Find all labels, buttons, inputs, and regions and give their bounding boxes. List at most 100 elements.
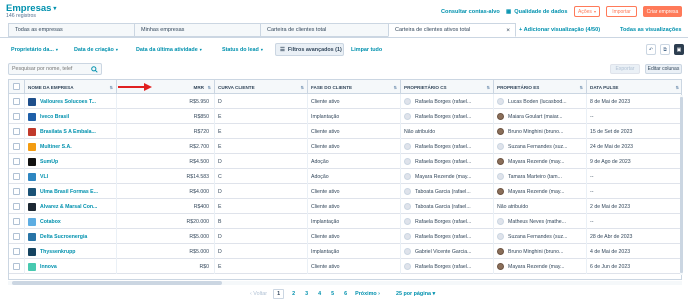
column-header-pulse-date[interactable]: DATA PULSE ⇅ [587, 80, 681, 94]
table-row[interactable]: Multiner S.A. R$2.700 E Cliente ativo Rafael… [9, 139, 681, 154]
pulse-date-cell: -- [587, 169, 681, 184]
column-header-name[interactable]: NOME DA EMPRESA ⇅ [25, 80, 117, 94]
row-checkbox[interactable] [13, 173, 20, 180]
owner-es-text: Mayara Rezende (may... [508, 263, 565, 270]
company-name-cell[interactable]: Multiner S.A. [25, 139, 117, 154]
column-header-owner-cs[interactable]: PROPRIETÁRIO CS ⇅ [401, 80, 494, 94]
clear-all-link[interactable]: Limpar tudo [351, 47, 382, 53]
company-name-cell[interactable]: Valloures Solucoes T... [25, 94, 117, 109]
row-checkbox[interactable] [13, 233, 20, 240]
row-checkbox[interactable] [13, 218, 20, 225]
sort-icon[interactable]: ⇅ [394, 85, 397, 90]
company-name-cell[interactable]: VLI [25, 169, 117, 184]
pulse-date-text: -- [590, 188, 594, 195]
horizontal-scrollbar[interactable] [8, 281, 682, 285]
page-button[interactable]: 1 [273, 288, 285, 299]
data-quality-link[interactable]: ▦ Qualidade de dados [506, 9, 567, 15]
company-name-cell[interactable]: Innova [25, 259, 117, 274]
page-button[interactable]: 5 [329, 291, 336, 297]
advanced-filters-button[interactable]: ☰ Filtros avançados (1) [275, 43, 344, 56]
sort-icon[interactable]: ⇅ [676, 85, 679, 90]
row-checkbox[interactable] [13, 98, 20, 105]
select-all-cell [9, 80, 25, 94]
company-name-cell[interactable]: SumUp [25, 154, 117, 169]
table-row[interactable]: Alvarez & Marsal Con... R$400 E Cliente ati… [9, 199, 681, 214]
table-row[interactable]: Delta Sucroenergia R$5.000 D Cliente ativo R… [9, 229, 681, 244]
row-checkbox[interactable] [13, 263, 20, 270]
consult-credits-link[interactable]: Consultar contas-alvo [441, 9, 500, 15]
scrollbar-thumb[interactable] [12, 281, 222, 285]
table-row[interactable]: VLI R$14.583 C Adoção Mayara Rezende (may...… [9, 169, 681, 184]
prev-page-button[interactable]: ‹ Voltar [250, 291, 267, 297]
row-checkbox[interactable] [13, 203, 20, 210]
next-page-button[interactable]: Próximo › [355, 291, 380, 297]
filter-owner[interactable]: Proprietário da... ▾ [11, 47, 58, 53]
table-row[interactable]: Cotabox R$20.000 B Implantação Rafaela Borge… [9, 214, 681, 229]
per-page-dropdown[interactable]: 25 por página ▾ [396, 291, 435, 297]
row-checkbox[interactable] [13, 158, 20, 165]
company-name-cell[interactable]: Cotabox [25, 214, 117, 229]
row-checkbox[interactable] [13, 143, 20, 150]
row-select-cell [9, 109, 25, 124]
sort-icon[interactable]: ⇅ [487, 85, 490, 90]
filter-lead-status[interactable]: Status do lead ▾ [222, 47, 263, 53]
column-header-owner-es[interactable]: PROPRIETÁRIO ES ⇅ [494, 80, 587, 94]
view-tab-my-companies[interactable]: Minhas empresas [134, 23, 261, 37]
sort-icon[interactable]: ⇅ [580, 85, 583, 90]
select-all-checkbox[interactable] [13, 83, 20, 90]
mrr-cell: R$850 [117, 109, 215, 124]
row-checkbox[interactable] [13, 128, 20, 135]
row-checkbox[interactable] [13, 248, 20, 255]
add-view-link[interactable]: + Adicionar visualização (4/50) [519, 27, 600, 33]
table-row[interactable]: Ulma Brasil Formas E... R$4.000 D Cliente a… [9, 184, 681, 199]
edit-columns-button[interactable]: Editar colunas [645, 64, 682, 74]
view-tab-all-companies[interactable]: Todas as empresas [8, 23, 135, 37]
row-checkbox[interactable] [13, 113, 20, 120]
column-header-curva[interactable]: CURVA CLIENTE ⇅ [215, 80, 308, 94]
company-name-cell[interactable]: Thyssenkrupp [25, 244, 117, 259]
page-button[interactable]: 2 [290, 291, 297, 297]
close-icon[interactable]: × [506, 27, 510, 34]
undo-icon[interactable]: ↶ [646, 44, 656, 55]
company-name-cell[interactable]: Alvarez & Marsal Con... [25, 199, 117, 214]
save-icon[interactable]: ▣ [674, 44, 684, 55]
search-input[interactable] [12, 64, 90, 74]
actions-dropdown[interactable]: Ações ▾ [574, 6, 600, 17]
table-row[interactable]: Thyssenkrupp R$5.000 D Implantação Gabriel V… [9, 244, 681, 259]
sort-icon[interactable]: ⇅ [110, 85, 113, 90]
table-row[interactable]: Innova R$0 E Cliente ativo Rafaela Borges (r… [9, 259, 681, 274]
company-name-cell[interactable]: Ulma Brasil Formas E... [25, 184, 117, 199]
scrollbar-thumb[interactable] [680, 97, 683, 273]
company-name-cell[interactable]: Iveco Brasil [25, 109, 117, 124]
owner-es-text: Mayara Rezende (may... [508, 188, 565, 195]
page-button[interactable]: 3 [303, 291, 310, 297]
view-tab-total-portfolio[interactable]: Carteira de clientes total [260, 23, 389, 37]
create-company-button[interactable]: Criar empresa [643, 6, 682, 17]
curva-text: D [218, 158, 222, 165]
table-row[interactable]: Iveco Brasil R$850 E Implantação Rafaela Bor… [9, 109, 681, 124]
page-button[interactable]: 4 [316, 291, 323, 297]
column-header-fase[interactable]: FASE DO CLIENTE ⇅ [308, 80, 401, 94]
export-button[interactable]: Exportar [610, 64, 640, 74]
company-name-cell[interactable]: Delta Sucroenergia [25, 229, 117, 244]
filter-created-date[interactable]: Data de criação ▾ [74, 47, 118, 53]
copy-icon[interactable]: ⧉ [660, 44, 670, 55]
vertical-scrollbar[interactable] [680, 95, 683, 275]
table-row[interactable]: Valloures Solucoes T... R$5.950 D Cliente a… [9, 94, 681, 109]
row-select-cell [9, 214, 25, 229]
owner-avatar [497, 98, 504, 105]
company-name-cell[interactable]: Brasilata S A Embala... [25, 124, 117, 139]
all-views-link[interactable]: Todas as visualizações [620, 27, 681, 33]
view-tabs: Todas as empresas Minhas empresas Cartei… [0, 23, 688, 37]
view-tab-active-portfolio[interactable]: Carteira de clientes ativos total × [388, 23, 516, 37]
sort-icon[interactable]: ⇅ [208, 85, 211, 90]
page-button[interactable]: 6 [342, 291, 349, 297]
filter-last-activity[interactable]: Data da última atividade ▾ [136, 47, 202, 53]
data-quality-icon: ▦ [506, 9, 512, 15]
table-row[interactable]: Brasilata S A Embala... R$720 E Cliente ati… [9, 124, 681, 139]
import-button[interactable]: Importar [606, 6, 637, 17]
search-icon[interactable] [91, 66, 98, 73]
table-row[interactable]: SumUp R$4.500 D Adoção Rafaela Borges (rafae… [9, 154, 681, 169]
sort-icon[interactable]: ⇅ [301, 85, 304, 90]
row-checkbox[interactable] [13, 188, 20, 195]
